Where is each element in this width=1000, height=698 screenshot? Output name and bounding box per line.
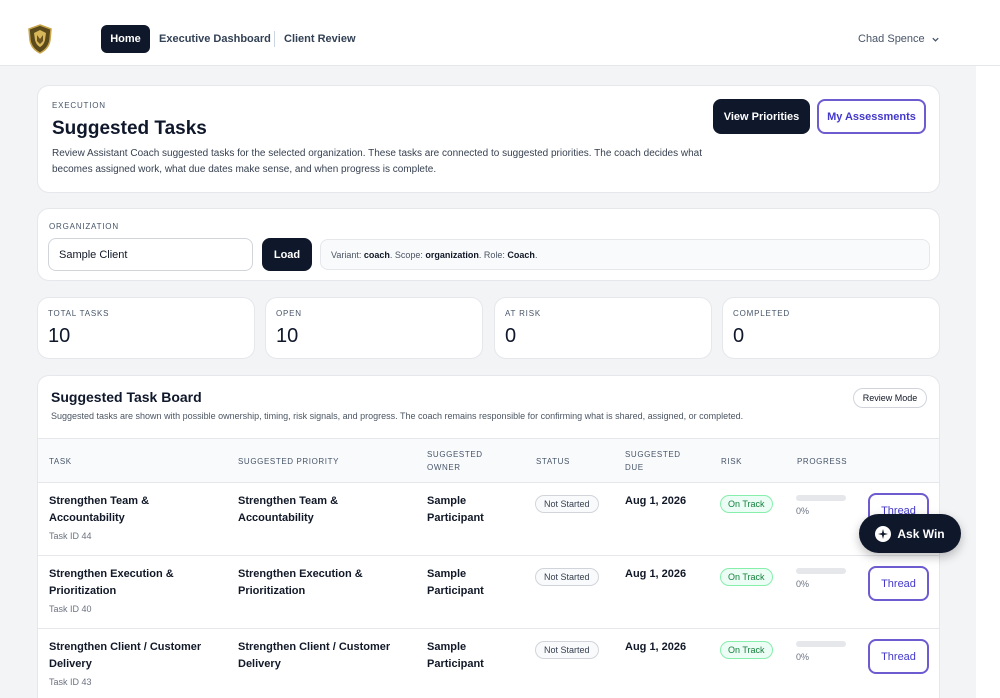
table-row: Strengthen Client / Customer Delivery Ta…	[38, 629, 939, 698]
task-priority: Strengthen Execution & Prioritization	[238, 568, 363, 597]
task-owner: Sample Participant	[427, 568, 484, 597]
variant-label: Variant:	[331, 249, 364, 260]
stat-value: 0	[733, 325, 745, 347]
task-priority: Strengthen Team & Accountability	[238, 495, 339, 524]
user-name: Chad Spence	[858, 33, 925, 45]
my-assessments-button[interactable]: My Assessments	[817, 99, 926, 134]
status-badge: Not Started	[535, 641, 599, 659]
progress-text: 0%	[796, 652, 810, 662]
ask-win-button[interactable]: Ask Win	[859, 514, 961, 553]
table-row: Strengthen Execution & Prioritization Ta…	[38, 556, 939, 629]
variant-value: coach	[363, 249, 390, 260]
task-id: Task ID 44	[49, 531, 92, 541]
task-id: Task ID 43	[49, 677, 92, 687]
column-header-priority: SUGGESTED PRIORITY	[238, 457, 340, 466]
column-header-owner: SUGGESTED OWNER	[427, 450, 483, 472]
stat-value: 10	[276, 325, 299, 347]
board-title: Suggested Task Board	[51, 389, 202, 405]
progress-text: 0%	[796, 579, 810, 589]
stat-total-tasks: TOTAL TASKS 10	[37, 297, 255, 359]
stat-label: AT RISK	[505, 309, 541, 318]
stat-value: 10	[48, 325, 71, 347]
stat-open: OPEN 10	[265, 297, 483, 359]
stat-value: 0	[505, 325, 517, 347]
task-owner: Sample Participant	[427, 495, 484, 524]
organization-input[interactable]: Sample Client	[48, 238, 253, 271]
status-badge: Not Started	[535, 495, 599, 513]
context-info: Variant: coach. Scope: organization. Rol…	[320, 239, 930, 270]
task-due: Aug 1, 2026	[625, 495, 687, 507]
stat-label: COMPLETED	[733, 309, 790, 318]
table-header: TASK SUGGESTED PRIORITY SUGGESTED OWNER …	[38, 438, 939, 483]
progress-bar	[796, 641, 846, 647]
task-name: Strengthen Team & Accountability	[49, 495, 150, 524]
risk-badge: On Track	[720, 568, 773, 586]
stat-completed: COMPLETED 0	[722, 297, 940, 359]
user-menu[interactable]: Chad Spence	[858, 25, 940, 53]
ask-win-label: Ask Win	[897, 526, 945, 541]
nav-executive-dashboard-link[interactable]: Executive Dashboard	[159, 25, 271, 53]
task-id: Task ID 40	[49, 604, 92, 614]
load-button[interactable]: Load	[262, 238, 312, 271]
page-description: Review Assistant Coach suggested tasks f…	[52, 148, 702, 175]
chevron-down-icon	[932, 37, 939, 42]
status-badge: Not Started	[535, 568, 599, 586]
column-header-progress: PROGRESS	[797, 457, 848, 466]
column-header-status: STATUS	[536, 457, 570, 466]
stat-at-risk: AT RISK 0	[494, 297, 712, 359]
page-title: Suggested Tasks	[52, 118, 207, 139]
column-header-task: TASK	[49, 457, 72, 466]
progress-text: 0%	[796, 506, 810, 516]
nav-divider	[274, 31, 275, 47]
progress-bar	[796, 568, 846, 574]
nav-client-review-link[interactable]: Client Review	[284, 25, 356, 53]
task-due: Aug 1, 2026	[625, 641, 687, 653]
scope-value: organization	[425, 249, 479, 260]
scope-label: . Scope:	[389, 249, 426, 260]
page-header-card: EXECUTION Suggested Tasks Review Assista…	[37, 85, 940, 193]
section-eyebrow: EXECUTION	[52, 101, 106, 110]
shield-logo-icon[interactable]	[27, 24, 53, 54]
task-priority: Strengthen Client / Customer Delivery	[238, 641, 391, 670]
progress-bar	[796, 495, 846, 501]
role-label: . Role:	[478, 249, 508, 260]
thread-button[interactable]: Thread	[868, 566, 929, 601]
thread-button[interactable]: Thread	[868, 639, 929, 674]
stat-label: TOTAL TASKS	[48, 309, 110, 318]
task-due: Aug 1, 2026	[625, 568, 687, 580]
organization-card: ORGANIZATION Sample Client Load Variant:…	[37, 208, 940, 281]
right-gutter	[976, 66, 1000, 698]
task-owner: Sample Participant	[427, 641, 484, 670]
task-board: Suggested Task Board Suggested tasks are…	[37, 375, 940, 698]
role-value: Coach	[507, 249, 535, 260]
nav-home-button[interactable]: Home	[101, 25, 150, 53]
table-row: Strengthen Team & Accountability Task ID…	[38, 483, 939, 556]
task-name: Strengthen Client / Customer Delivery	[49, 641, 202, 670]
task-name: Strengthen Execution & Prioritization	[49, 568, 174, 597]
column-header-due: SUGGESTED DUE	[625, 450, 681, 472]
organization-label: ORGANIZATION	[49, 222, 119, 231]
risk-badge: On Track	[720, 641, 773, 659]
risk-badge: On Track	[720, 495, 773, 513]
column-header-risk: RISK	[721, 457, 743, 466]
stat-label: OPEN	[276, 309, 302, 318]
sparkle-icon	[875, 525, 892, 542]
context-end: .	[534, 249, 538, 260]
top-navigation: Home Executive Dashboard Client Review C…	[0, 0, 1000, 66]
view-priorities-button[interactable]: View Priorities	[713, 99, 810, 134]
review-mode-badge[interactable]: Review Mode	[853, 388, 927, 408]
board-description: Suggested tasks are shown with possible …	[51, 411, 744, 421]
